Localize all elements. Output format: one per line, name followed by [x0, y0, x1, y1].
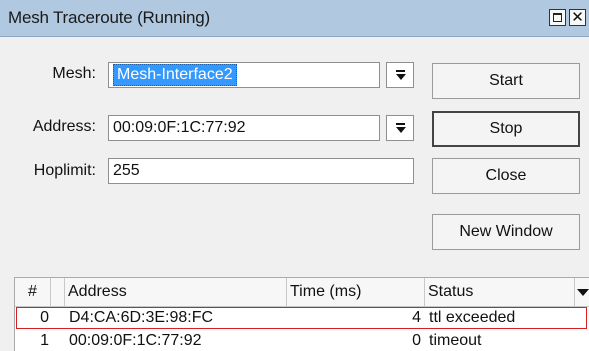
column-header-number[interactable]: #	[15, 278, 51, 306]
window-title: Mesh Traceroute (Running)	[8, 8, 210, 27]
table-header: # Address Time (ms) Status	[15, 278, 589, 307]
row-time: 0	[412, 332, 421, 349]
hoplimit-label: Hoplimit:	[33, 162, 96, 179]
row-address: 00:09:0F:1C:77:92	[69, 332, 202, 349]
row-status: timeout	[429, 332, 482, 349]
address-input[interactable]: 00:09:0F:1C:77:92	[108, 115, 380, 141]
title-bar: Mesh Traceroute (Running) ✕	[0, 0, 589, 37]
address-label: Address:	[32, 118, 96, 135]
row-address: D4:CA:6D:3E:98:FC	[69, 309, 214, 326]
address-dropdown-icon[interactable]	[386, 115, 414, 141]
mesh-traceroute-window: Mesh Traceroute (Running) ✕ Mesh: Mesh-I…	[0, 0, 589, 351]
results-table: # Address Time (ms) Status 0 D4:CA:6D:3E…	[14, 277, 589, 351]
row-status: ttl exceeded	[429, 309, 516, 326]
maximize-icon[interactable]	[549, 9, 566, 26]
start-button[interactable]: Start	[432, 63, 580, 99]
mesh-label: Mesh:	[52, 65, 96, 82]
mesh-select-value: Mesh-Interface2	[113, 64, 237, 86]
new-window-button[interactable]: New Window	[432, 214, 580, 250]
table-row[interactable]: 0 D4:CA:6D:3E:98:FC 4 ttl exceeded	[15, 307, 589, 329]
row-time: 4	[412, 309, 421, 326]
hoplimit-input[interactable]: 255	[108, 158, 414, 184]
mesh-select[interactable]: Mesh-Interface2	[108, 62, 380, 88]
column-header-time[interactable]: Time (ms)	[287, 278, 425, 306]
column-header-status[interactable]: Status	[425, 278, 575, 306]
row-number: 0	[40, 309, 49, 326]
table-row[interactable]: 1 00:09:0F:1C:77:92 0 timeout	[15, 330, 589, 351]
close-button[interactable]: Close	[432, 158, 580, 194]
column-header-address[interactable]: Address	[65, 278, 287, 306]
row-number: 1	[40, 332, 49, 349]
column-header-spacer	[51, 278, 65, 306]
column-menu-icon[interactable]	[575, 278, 589, 306]
mesh-dropdown-icon[interactable]	[386, 62, 414, 88]
stop-button[interactable]: Stop	[432, 111, 580, 147]
close-icon[interactable]: ✕	[569, 9, 586, 26]
